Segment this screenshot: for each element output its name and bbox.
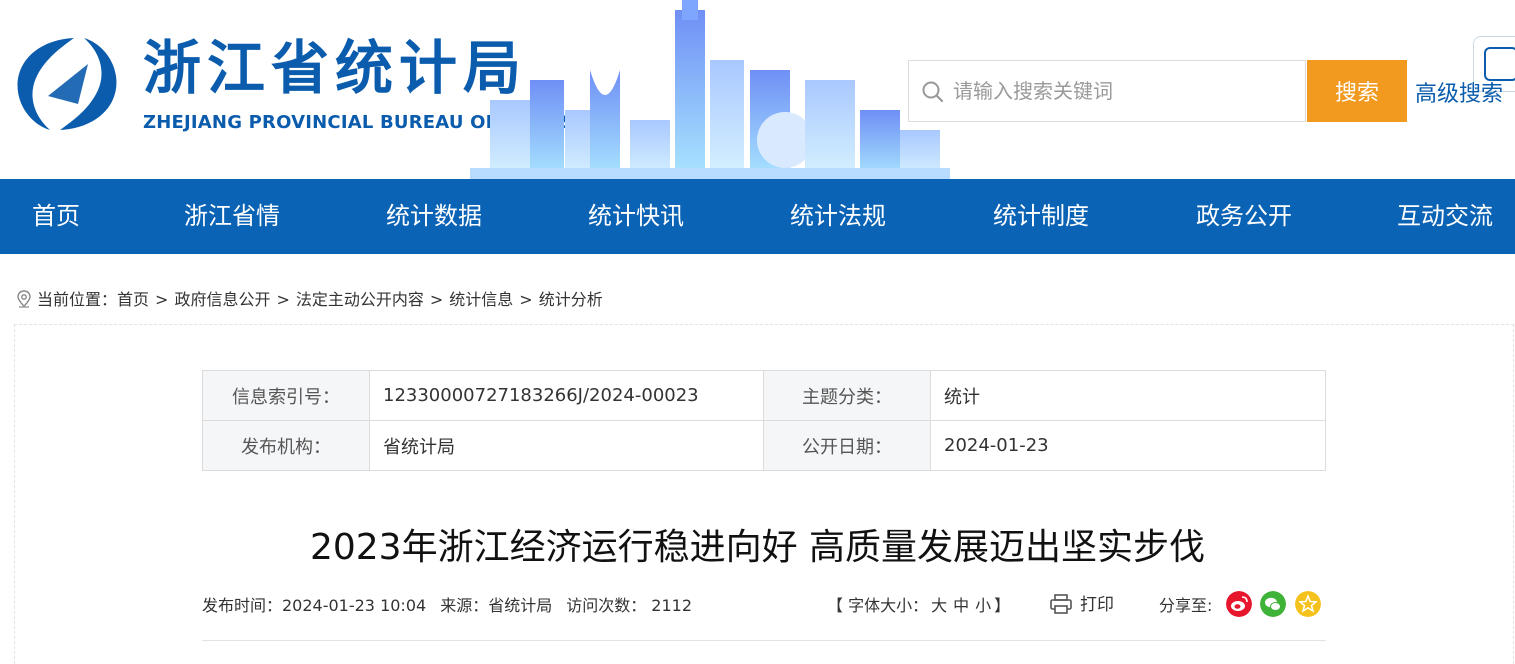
printer-icon xyxy=(1050,594,1072,614)
nav-item-statistics-news[interactable]: 统计快讯 xyxy=(588,179,684,254)
location-pin-icon xyxy=(17,290,31,308)
print-button[interactable]: 打印 xyxy=(1050,590,1114,615)
font-small-button[interactable]: 小 xyxy=(975,596,991,615)
meta-divider xyxy=(202,640,1326,641)
breadcrumb-gov-info[interactable]: 政府信息公开 xyxy=(174,290,270,309)
nav-item-statistics-data[interactable]: 统计数据 xyxy=(386,179,482,254)
breadcrumb-separator: > xyxy=(155,290,169,309)
topic-value: 统计 xyxy=(930,370,1326,421)
info-table: 信息索引号： 12330000727183266J/2024-00023 主题分… xyxy=(202,370,1326,471)
weibo-icon[interactable] xyxy=(1226,591,1252,617)
advanced-search-link[interactable]: 高级搜索 xyxy=(1415,76,1515,108)
article-meta: 发布时间：2024-01-23 10:04 来源：省统计局 访问次数： 2112 xyxy=(202,592,706,616)
search-box xyxy=(908,60,1306,122)
search-icon xyxy=(922,81,944,103)
font-large-button[interactable]: 大 xyxy=(931,596,947,615)
publisher-label: 发布机构： xyxy=(202,420,370,471)
table-row: 信息索引号： 12330000727183266J/2024-00023 主题分… xyxy=(202,370,1326,421)
publish-time: 发布时间：2024-01-23 10:04 xyxy=(202,596,427,615)
main-nav: 首页 浙江省情 统计数据 统计快讯 统计法规 统计制度 政务公开 互动交流 xyxy=(0,179,1515,254)
index-number-label: 信息索引号： xyxy=(202,370,370,421)
index-number-value: 12330000727183266J/2024-00023 xyxy=(369,370,764,421)
visit-count: 访问次数： 2112 xyxy=(566,596,693,615)
breadcrumb-separator: > xyxy=(519,290,533,309)
share-label: 分享至: xyxy=(1159,596,1213,615)
font-size-open: 【 字体大小： xyxy=(827,596,929,615)
breadcrumb-home[interactable]: 首页 xyxy=(117,290,149,309)
breadcrumb-statistics-info[interactable]: 统计信息 xyxy=(449,290,513,309)
topic-label: 主题分类： xyxy=(763,370,931,421)
publish-date-value: 2024-01-23 xyxy=(930,420,1326,471)
breadcrumb-statistics-analysis[interactable]: 统计分析 xyxy=(539,290,603,309)
publisher-value: 省统计局 xyxy=(369,420,764,471)
breadcrumb-separator: > xyxy=(429,290,444,309)
font-size-close: 】 xyxy=(994,596,1011,615)
search-button[interactable]: 搜索 xyxy=(1307,60,1407,122)
nav-item-home[interactable]: 首页 xyxy=(32,179,80,254)
nav-item-province-info[interactable]: 浙江省情 xyxy=(184,179,280,254)
article-title: 2023年浙江经济运行稳进向好 高质量发展迈出坚实步伐 xyxy=(309,527,1206,568)
table-row: 发布机构： 省统计局 公开日期： 2024-01-23 xyxy=(202,420,1326,471)
nav-item-statistics-laws[interactable]: 统计法规 xyxy=(790,179,886,254)
nav-item-government-affairs[interactable]: 政务公开 xyxy=(1196,179,1292,254)
nav-item-interaction[interactable]: 互动交流 xyxy=(1397,179,1493,254)
print-label: 打印 xyxy=(1080,595,1114,615)
city-skyline-banner xyxy=(470,0,950,179)
font-medium-button[interactable]: 中 xyxy=(953,596,969,615)
search-input[interactable] xyxy=(953,61,1293,121)
qzone-icon[interactable] xyxy=(1295,591,1321,617)
bureau-logo-icon[interactable] xyxy=(14,34,120,134)
font-size-control: 【 字体大小：大中小】 xyxy=(827,592,1010,616)
article-source: 来源：省统计局 xyxy=(440,596,553,615)
wechat-icon[interactable] xyxy=(1260,591,1286,617)
nav-item-statistics-system[interactable]: 统计制度 xyxy=(993,179,1089,254)
breadcrumb-prefix: 当前位置： xyxy=(37,290,118,309)
breadcrumb-statutory-content[interactable]: 法定主动公开内容 xyxy=(296,290,424,309)
breadcrumb-separator: > xyxy=(276,290,290,309)
publish-date-label: 公开日期： xyxy=(763,420,931,471)
breadcrumb: 当前位置：首页 > 政府信息公开 > 法定主动公开内容 > 统计信息 > 统计分析 xyxy=(16,288,603,312)
